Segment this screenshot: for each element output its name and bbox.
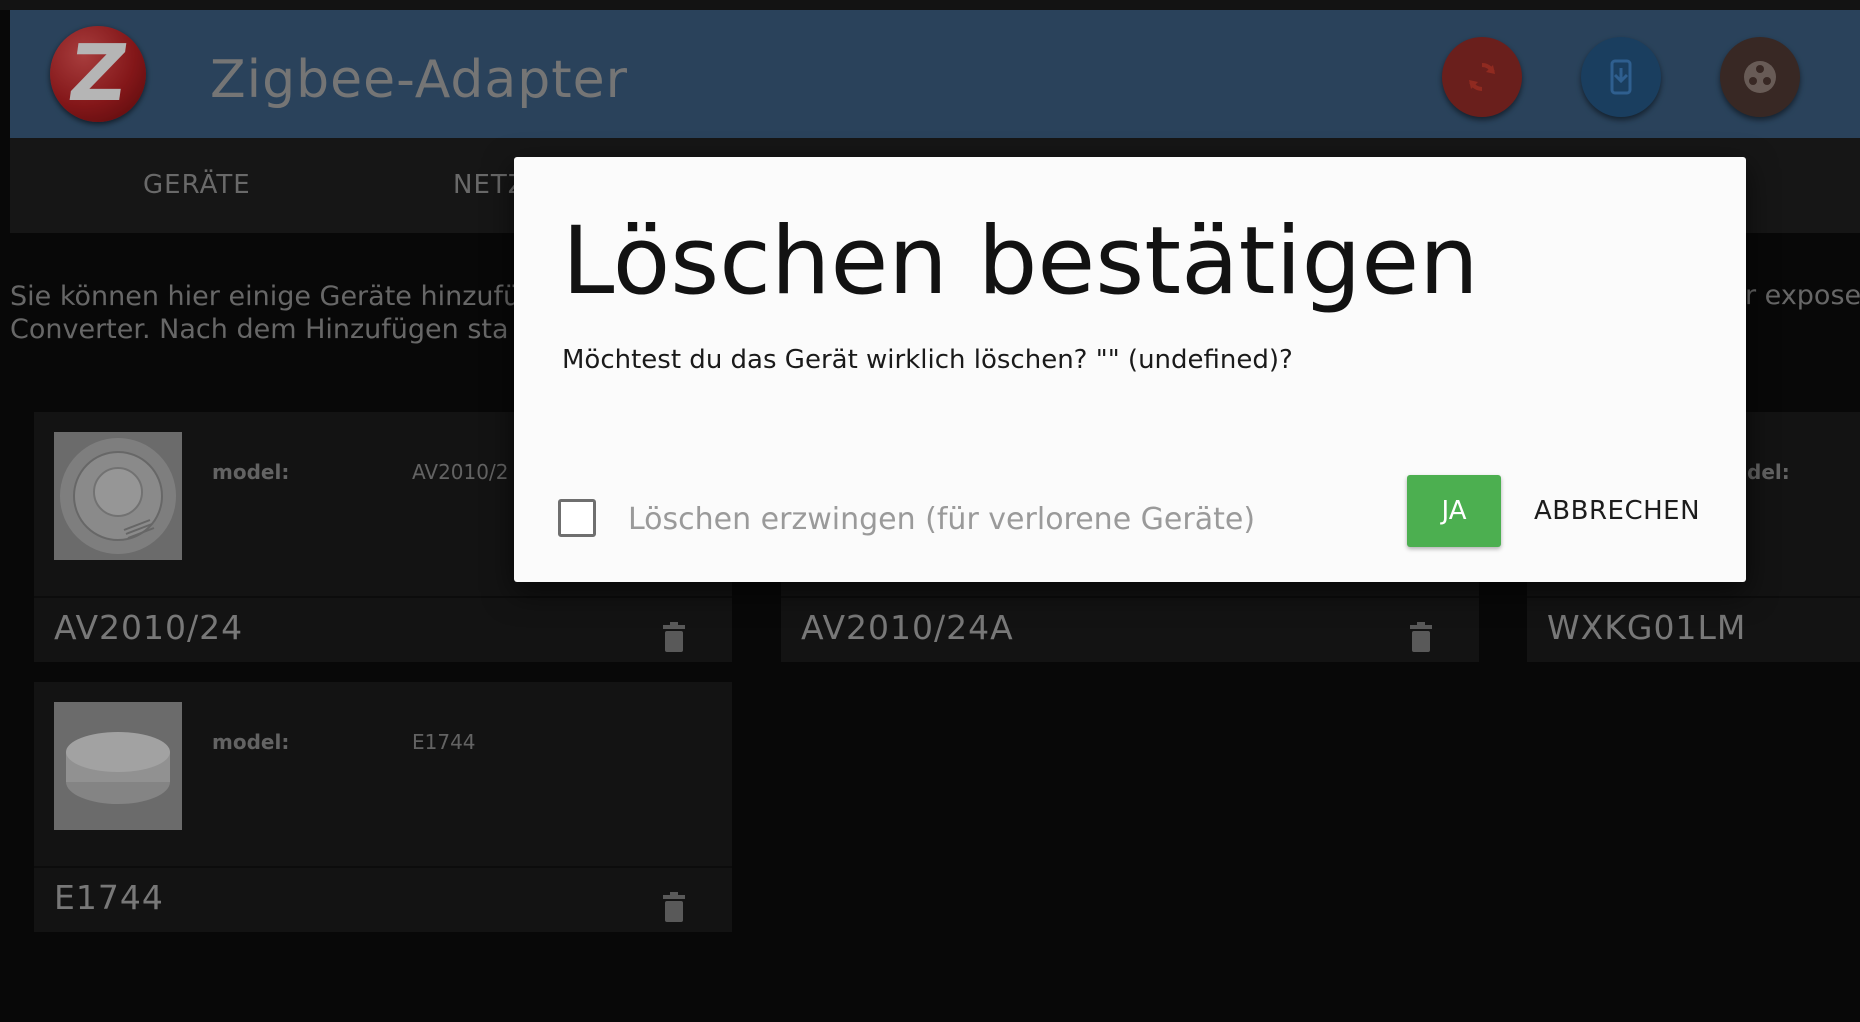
dialog-title: Löschen bestätigen (562, 207, 1479, 316)
confirm-button[interactable]: JA (1407, 475, 1501, 547)
dialog-message: Möchtest du das Gerät wirklich löschen? … (562, 345, 1293, 375)
force-delete-checkbox[interactable] (558, 499, 596, 537)
cancel-button[interactable]: ABBRECHEN (1534, 475, 1700, 547)
force-delete-label[interactable]: Löschen erzwingen (für verlorene Geräte) (628, 502, 1255, 537)
confirm-delete-dialog: Löschen bestätigen Möchtest du das Gerät… (514, 157, 1746, 582)
